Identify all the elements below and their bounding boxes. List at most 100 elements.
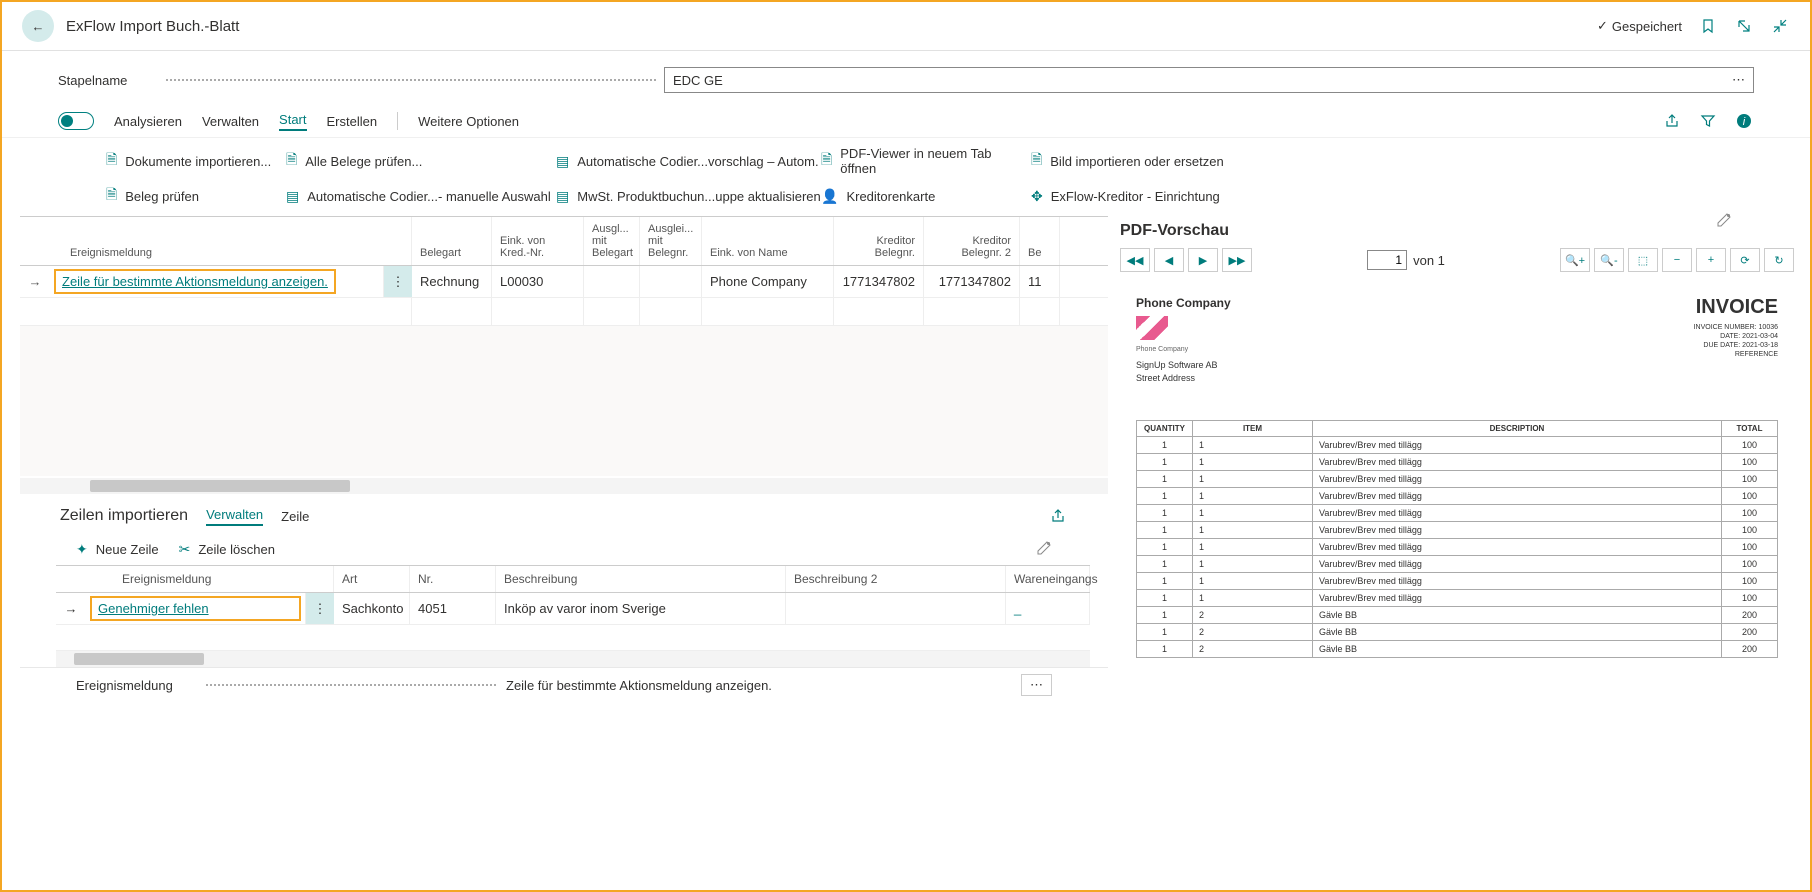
setup-icon: ✥ <box>1031 188 1043 205</box>
vendor-icon: 👤 <box>821 188 838 205</box>
sub-grid-row-empty[interactable] <box>56 625 1090 651</box>
popout-icon[interactable] <box>1734 16 1754 36</box>
menu-start[interactable]: Start <box>279 112 306 131</box>
cell-ausgl2 <box>640 266 702 297</box>
manual-code-icon: ▤ <box>286 188 299 205</box>
cell-kred2: 1771347802 <box>924 266 1020 297</box>
col-eink-kred[interactable]: Eink. von Kred.-Nr. <box>492 217 584 265</box>
action-label: PDF-Viewer in neuem Tab öffnen <box>840 146 1031 176</box>
row-indicator-icon: → <box>20 266 50 297</box>
bookmark-icon[interactable] <box>1698 16 1718 36</box>
pdf-table-row: 11Varubrev/Brev med tillägg100 <box>1137 573 1778 590</box>
share-icon[interactable] <box>1662 111 1682 131</box>
cell-waren[interactable]: _ <box>1006 593 1090 624</box>
action-label: Bild importieren oder ersetzen <box>1050 154 1223 169</box>
stapelname-input[interactable]: EDC GE ⋯ <box>664 67 1754 93</box>
sub-menu-zeile[interactable]: Zeile <box>281 509 309 524</box>
col2-art[interactable]: Art <box>334 566 410 592</box>
sub-menu-verwalten[interactable]: Verwalten <box>206 507 263 526</box>
pdf-zoom-in-icon[interactable]: 🔍+ <box>1560 248 1590 272</box>
col2-beschreibung2[interactable]: Beschreibung 2 <box>786 566 1006 592</box>
grid-row[interactable]: → Zeile für bestimmte Aktionsmeldung anz… <box>20 266 1108 298</box>
cell-beschreibung: Inköp av varor inom Sverige <box>496 593 786 624</box>
col-ausgl-belegnr[interactable]: Ausglei... mit Belegnr. <box>640 217 702 265</box>
info-icon[interactable]: i <box>1734 111 1754 131</box>
action-neue-zeile[interactable]: ✦Neue Zeile <box>76 541 159 558</box>
sub-settings-icon[interactable] <box>1036 540 1052 559</box>
pdf-rotate-icon[interactable]: ↻ <box>1764 248 1794 272</box>
delete-line-icon: ✂ <box>179 541 191 558</box>
pdf-minus-icon[interactable]: − <box>1662 248 1692 272</box>
action-auto-codier-manuell[interactable]: ▤ Automatische Codier...- manuelle Auswah… <box>286 184 556 208</box>
menu-verwalten[interactable]: Verwalten <box>202 114 259 129</box>
col-be[interactable]: Be <box>1020 217 1060 265</box>
row-menu-button[interactable]: ⋮ <box>306 593 334 624</box>
pdf-table-row: 12Gävle BB200 <box>1137 624 1778 641</box>
pdf-plus-icon[interactable]: + <box>1696 248 1726 272</box>
genehmiger-highlight: Genehmiger fehlen <box>90 596 301 621</box>
col2-beschreibung[interactable]: Beschreibung <box>496 566 786 592</box>
auto-code-icon: ▤ <box>556 153 569 170</box>
pdf-table-row: 11Varubrev/Brev med tillägg100 <box>1137 437 1778 454</box>
col2-nr[interactable]: Nr. <box>410 566 496 592</box>
action-kreditorenkarte[interactable]: 👤Kreditorenkarte <box>821 184 1031 208</box>
sub-share-icon[interactable] <box>1048 506 1068 526</box>
col2-wareneingangs[interactable]: Wareneingangs <box>1006 566 1090 592</box>
check-icon: ✓ <box>1597 18 1608 34</box>
menu-weitere[interactable]: Weitere Optionen <box>418 114 519 129</box>
grid-header-row: Ereignismeldung Belegart Eink. von Kred.… <box>20 217 1108 266</box>
action-pdf-viewer[interactable]: 🗎PDF-Viewer in neuem Tab öffnen <box>821 146 1031 176</box>
grid-row-empty[interactable] <box>20 298 1108 326</box>
sub-grid-scrollbar[interactable] <box>56 651 1090 667</box>
action-bild-importieren[interactable]: 🗎Bild importieren oder ersetzen <box>1031 146 1241 176</box>
main-grid-scrollbar[interactable] <box>20 478 1108 494</box>
col-ereignismeldung[interactable]: Ereignismeldung <box>20 217 412 265</box>
analyse-toggle[interactable] <box>58 112 94 130</box>
col-ausgl-belegart[interactable]: Ausgl... mit Belegart <box>584 217 640 265</box>
pdf-table-row: 11Varubrev/Brev med tillägg100 <box>1137 471 1778 488</box>
col-eink-name[interactable]: Eink. von Name <box>702 217 834 265</box>
pdf-table-row: 11Varubrev/Brev med tillägg100 <box>1137 556 1778 573</box>
ereignismeldung-highlight: Zeile für bestimmte Aktionsmeldung anzei… <box>54 269 336 294</box>
col-kreditor-belegnr[interactable]: Kreditor Belegnr. <box>834 217 924 265</box>
action-beleg-pruefen[interactable]: 🗎Beleg prüfen <box>106 184 286 208</box>
arrow-left-icon: ← <box>32 19 45 34</box>
ereignismeldung-link[interactable]: Zeile für bestimmte Aktionsmeldung anzei… <box>62 274 328 289</box>
sub-grid-header: Ereignismeldung Art Nr. Beschreibung Bes… <box>56 565 1090 593</box>
action-label: Automatische Codier...- manuelle Auswahl <box>307 189 551 204</box>
pdf-zoom-out-icon[interactable]: 🔍- <box>1594 248 1624 272</box>
footer-label: Ereignismeldung <box>76 678 196 693</box>
menu-analysieren[interactable]: Analysieren <box>114 114 182 129</box>
pdf-last-button[interactable]: ▶▶ <box>1222 248 1252 272</box>
pdf-prev-button[interactable]: ◀ <box>1154 248 1184 272</box>
col2-ereignismeldung[interactable]: Ereignismeldung <box>56 566 334 592</box>
collapse-icon[interactable] <box>1770 16 1790 36</box>
action-exflow-kreditor[interactable]: ✥ExFlow-Kreditor - Einrichtung <box>1031 184 1241 208</box>
genehmiger-link[interactable]: Genehmiger fehlen <box>98 601 209 616</box>
pdf-page-input[interactable] <box>1367 250 1407 270</box>
ellipsis-icon[interactable]: ⋯ <box>1732 72 1745 88</box>
footer-menu-button[interactable]: ⋯ <box>1021 674 1052 696</box>
pdf-refresh-icon[interactable]: ⟳ <box>1730 248 1760 272</box>
back-button[interactable]: ← <box>22 10 54 42</box>
sub-grid-row[interactable]: → Genehmiger fehlen ⋮ Sachkonto 4051 Ink… <box>56 593 1090 625</box>
filter-icon[interactable] <box>1698 111 1718 131</box>
pdf-fit-icon[interactable]: ⬚ <box>1628 248 1658 272</box>
pdf-first-button[interactable]: ◀◀ <box>1120 248 1150 272</box>
action-label: Zeile löschen <box>198 542 275 557</box>
action-dokumente-importieren[interactable]: 🗎Dokumente importieren... <box>106 146 286 176</box>
row-menu-button[interactable]: ⋮ <box>384 266 412 297</box>
menu-erstellen[interactable]: Erstellen <box>327 114 378 129</box>
action-zeile-loeschen[interactable]: ✂ Zeile löschen <box>179 541 275 558</box>
action-mwst-update[interactable]: ▤MwSt. Produktbuchun...uppe aktualisiere… <box>556 184 821 208</box>
col-kreditor-belegnr2[interactable]: Kreditor Belegnr. 2 <box>924 217 1020 265</box>
pdf-meta-number: INVOICE NUMBER: 10036 <box>1694 323 1778 332</box>
pdf-toolbar: ◀◀ ◀ ▶ ▶▶ von 1 🔍+ 🔍- ⬚ − + ⟳ ↻ <box>1120 248 1794 272</box>
page-header: ← ExFlow Import Buch.-Blatt ✓ Gespeicher… <box>2 2 1810 51</box>
col-belegart[interactable]: Belegart <box>412 217 492 265</box>
pdf-next-button[interactable]: ▶ <box>1188 248 1218 272</box>
vat-icon: ▤ <box>556 188 569 205</box>
ribbon-settings-icon[interactable] <box>1716 212 1732 231</box>
action-auto-codier-autom[interactable]: ▤Automatische Codier...vorschlag – Autom… <box>556 146 821 176</box>
action-alle-belege-pruefen[interactable]: 🗎Alle Belege prüfen... <box>286 146 556 176</box>
